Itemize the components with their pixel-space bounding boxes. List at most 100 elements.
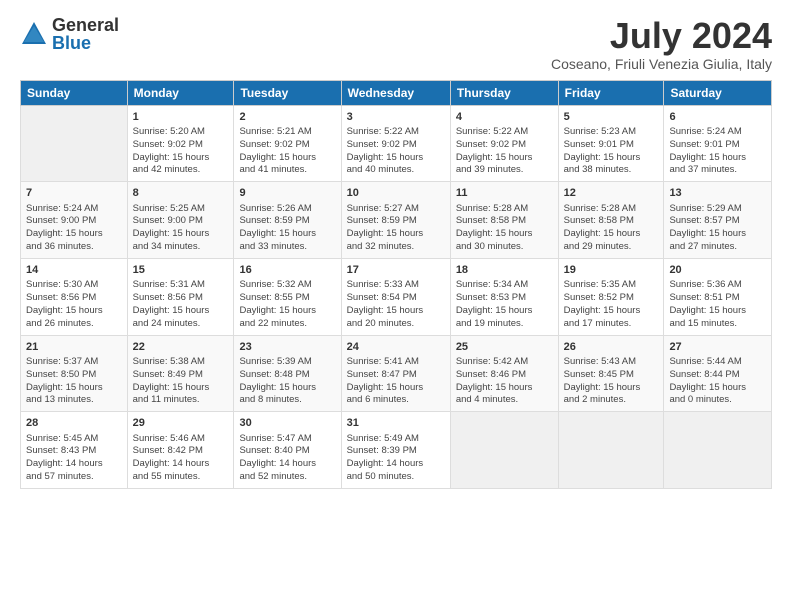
day-number: 7: [26, 186, 122, 201]
calendar-cell: [664, 412, 772, 489]
calendar-cell: 1Sunrise: 5:20 AM Sunset: 9:02 PM Daylig…: [127, 105, 234, 182]
calendar-cell: 4Sunrise: 5:22 AM Sunset: 9:02 PM Daylig…: [450, 105, 558, 182]
calendar-cell: 9 Sunrise: 5:26 AM Sunset: 8:59 PM Daylig…: [234, 182, 341, 259]
calendar-cell: 24Sunrise: 5:41 AM Sunset: 8:47 PM Dayli…: [341, 335, 450, 412]
day-number: 5: [564, 110, 659, 125]
day-number: 8: [133, 186, 229, 201]
calendar-cell: 12Sunrise: 5:28 AM Sunset: 8:58 PM Dayli…: [558, 182, 664, 259]
column-header-tuesday: Tuesday: [234, 80, 341, 105]
day-info: Sunrise: 5:42 AM Sunset: 8:46 PM Dayligh…: [456, 356, 553, 407]
day-info: Sunrise: 5:33 AM Sunset: 8:54 PM Dayligh…: [347, 279, 445, 330]
day-info: Sunrise: 5:26 AM Sunset: 8:59 PM Dayligh…: [239, 203, 335, 254]
calendar-cell: 17Sunrise: 5:33 AM Sunset: 8:54 PM Dayli…: [341, 258, 450, 335]
calendar-table: SundayMondayTuesdayWednesdayThursdayFrid…: [20, 80, 772, 489]
calendar-cell: 10 Sunrise: 5:27 AM Sunset: 8:59 PM Dayli…: [341, 182, 450, 259]
day-number: 27: [669, 340, 766, 355]
calendar-cell: 15Sunrise: 5:31 AM Sunset: 8:56 PM Dayli…: [127, 258, 234, 335]
column-header-sunday: Sunday: [21, 80, 128, 105]
day-info: Sunrise: 5:35 AM Sunset: 8:52 PM Dayligh…: [564, 279, 659, 330]
calendar-cell: 16Sunrise: 5:32 AM Sunset: 8:55 PM Dayli…: [234, 258, 341, 335]
day-info: Sunrise: 5:22 AM Sunset: 9:02 PM Dayligh…: [456, 126, 553, 177]
calendar-cell: 13Sunrise: 5:29 AM Sunset: 8:57 PM Dayli…: [664, 182, 772, 259]
day-number: 14: [26, 263, 122, 278]
day-number: 26: [564, 340, 659, 355]
day-info: Sunrise: 5:24 AM Sunset: 9:00 PM Dayligh…: [26, 203, 122, 254]
calendar-cell: 2Sunrise: 5:21 AM Sunset: 9:02 PM Daylig…: [234, 105, 341, 182]
logo-icon: [20, 20, 48, 48]
day-info: Sunrise: 5:34 AM Sunset: 8:53 PM Dayligh…: [456, 279, 553, 330]
day-info: Sunrise: 5:47 AM Sunset: 8:40 PM Dayligh…: [239, 433, 335, 484]
column-header-thursday: Thursday: [450, 80, 558, 105]
calendar-cell: [21, 105, 128, 182]
day-info: Sunrise: 5:31 AM Sunset: 8:56 PM Dayligh…: [133, 279, 229, 330]
day-number: 4: [456, 110, 553, 125]
calendar-cell: 28 Sunrise: 5:45 AM Sunset: 8:43 PM Dayli…: [21, 412, 128, 489]
day-number: 31: [347, 416, 445, 431]
day-number: 25: [456, 340, 553, 355]
calendar-cell: 14Sunrise: 5:30 AM Sunset: 8:56 PM Dayli…: [21, 258, 128, 335]
calendar-cell: 7 Sunrise: 5:24 AM Sunset: 9:00 PM Daylig…: [21, 182, 128, 259]
calendar-cell: 8 Sunrise: 5:25 AM Sunset: 9:00 PM Daylig…: [127, 182, 234, 259]
day-number: 2: [239, 110, 335, 125]
calendar-cell: 3Sunrise: 5:22 AM Sunset: 9:02 PM Daylig…: [341, 105, 450, 182]
day-info: Sunrise: 5:41 AM Sunset: 8:47 PM Dayligh…: [347, 356, 445, 407]
day-info: Sunrise: 5:44 AM Sunset: 8:44 PM Dayligh…: [669, 356, 766, 407]
calendar-cell: 22Sunrise: 5:38 AM Sunset: 8:49 PM Dayli…: [127, 335, 234, 412]
day-info: Sunrise: 5:32 AM Sunset: 8:55 PM Dayligh…: [239, 279, 335, 330]
day-info: Sunrise: 5:21 AM Sunset: 9:02 PM Dayligh…: [239, 126, 335, 177]
calendar-cell: [558, 412, 664, 489]
day-number: 28: [26, 416, 122, 431]
logo: General Blue: [20, 16, 119, 52]
day-number: 10: [347, 186, 445, 201]
calendar-cell: 27Sunrise: 5:44 AM Sunset: 8:44 PM Dayli…: [664, 335, 772, 412]
day-info: Sunrise: 5:20 AM Sunset: 9:02 PM Dayligh…: [133, 126, 229, 177]
calendar-cell: 21Sunrise: 5:37 AM Sunset: 8:50 PM Dayli…: [21, 335, 128, 412]
day-number: 9: [239, 186, 335, 201]
calendar-cell: 25Sunrise: 5:42 AM Sunset: 8:46 PM Dayli…: [450, 335, 558, 412]
week-row-2: 7 Sunrise: 5:24 AM Sunset: 9:00 PM Daylig…: [21, 182, 772, 259]
day-number: 23: [239, 340, 335, 355]
day-info: Sunrise: 5:25 AM Sunset: 9:00 PM Dayligh…: [133, 203, 229, 254]
day-number: 29: [133, 416, 229, 431]
day-info: Sunrise: 5:30 AM Sunset: 8:56 PM Dayligh…: [26, 279, 122, 330]
week-row-3: 14Sunrise: 5:30 AM Sunset: 8:56 PM Dayli…: [21, 258, 772, 335]
day-number: 11: [456, 186, 553, 201]
week-row-1: 1Sunrise: 5:20 AM Sunset: 9:02 PM Daylig…: [21, 105, 772, 182]
day-number: 22: [133, 340, 229, 355]
day-info: Sunrise: 5:36 AM Sunset: 8:51 PM Dayligh…: [669, 279, 766, 330]
day-number: 24: [347, 340, 445, 355]
title-area: July 2024 Coseano, Friuli Venezia Giulia…: [551, 16, 772, 72]
location-subtitle: Coseano, Friuli Venezia Giulia, Italy: [551, 56, 772, 72]
page: General Blue July 2024 Coseano, Friuli V…: [0, 0, 792, 612]
day-info: Sunrise: 5:29 AM Sunset: 8:57 PM Dayligh…: [669, 203, 766, 254]
day-info: Sunrise: 5:27 AM Sunset: 8:59 PM Dayligh…: [347, 203, 445, 254]
day-number: 19: [564, 263, 659, 278]
day-number: 6: [669, 110, 766, 125]
calendar-cell: 31Sunrise: 5:49 AM Sunset: 8:39 PM Dayli…: [341, 412, 450, 489]
day-info: Sunrise: 5:45 AM Sunset: 8:43 PM Dayligh…: [26, 433, 122, 484]
column-header-saturday: Saturday: [664, 80, 772, 105]
day-number: 17: [347, 263, 445, 278]
week-row-5: 28 Sunrise: 5:45 AM Sunset: 8:43 PM Dayli…: [21, 412, 772, 489]
calendar-cell: 23Sunrise: 5:39 AM Sunset: 8:48 PM Dayli…: [234, 335, 341, 412]
calendar-cell: 20Sunrise: 5:36 AM Sunset: 8:51 PM Dayli…: [664, 258, 772, 335]
calendar-cell: 6Sunrise: 5:24 AM Sunset: 9:01 PM Daylig…: [664, 105, 772, 182]
calendar-cell: 26Sunrise: 5:43 AM Sunset: 8:45 PM Dayli…: [558, 335, 664, 412]
day-info: Sunrise: 5:23 AM Sunset: 9:01 PM Dayligh…: [564, 126, 659, 177]
day-info: Sunrise: 5:28 AM Sunset: 8:58 PM Dayligh…: [456, 203, 553, 254]
calendar-cell: 18Sunrise: 5:34 AM Sunset: 8:53 PM Dayli…: [450, 258, 558, 335]
calendar-cell: 30Sunrise: 5:47 AM Sunset: 8:40 PM Dayli…: [234, 412, 341, 489]
column-header-monday: Monday: [127, 80, 234, 105]
week-row-4: 21Sunrise: 5:37 AM Sunset: 8:50 PM Dayli…: [21, 335, 772, 412]
header-row: SundayMondayTuesdayWednesdayThursdayFrid…: [21, 80, 772, 105]
day-info: Sunrise: 5:43 AM Sunset: 8:45 PM Dayligh…: [564, 356, 659, 407]
column-header-wednesday: Wednesday: [341, 80, 450, 105]
month-title: July 2024: [551, 16, 772, 56]
day-info: Sunrise: 5:38 AM Sunset: 8:49 PM Dayligh…: [133, 356, 229, 407]
day-number: 15: [133, 263, 229, 278]
day-info: Sunrise: 5:22 AM Sunset: 9:02 PM Dayligh…: [347, 126, 445, 177]
logo-blue: Blue: [52, 34, 119, 52]
day-info: Sunrise: 5:39 AM Sunset: 8:48 PM Dayligh…: [239, 356, 335, 407]
day-info: Sunrise: 5:37 AM Sunset: 8:50 PM Dayligh…: [26, 356, 122, 407]
day-number: 3: [347, 110, 445, 125]
